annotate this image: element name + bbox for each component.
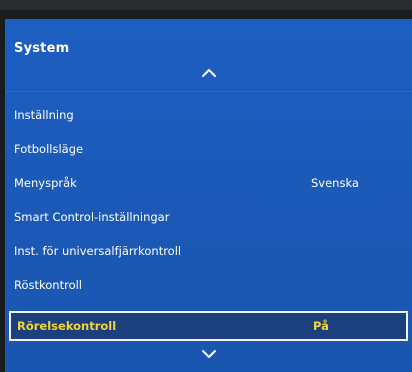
menu-item-label: Röstkontroll — [14, 278, 82, 292]
chevron-up-icon[interactable] — [200, 67, 218, 79]
menu-item-value: Svenska — [311, 176, 359, 190]
panel-title: System — [14, 41, 70, 56]
top-bar — [0, 0, 412, 10]
menu-item-label: Fotbollsläge — [14, 142, 84, 156]
system-menu-panel: System Inställning Fotbollsläge Menysprå… — [5, 19, 412, 372]
menu-item-label: Smart Control-inställningar — [14, 210, 170, 224]
menu-item-universal-remote[interactable]: Inst. för universalfjärrkontroll — [5, 234, 412, 268]
menu-item-rorelsekontroll-selected[interactable]: Rörelsekontroll På — [9, 311, 408, 341]
menu-item-label: Rörelsekontroll — [17, 319, 117, 333]
chevron-down-icon[interactable] — [200, 348, 218, 360]
menu-item-smart-control[interactable]: Smart Control-inställningar — [5, 200, 412, 234]
menu-item-fotbollslage[interactable]: Fotbollsläge — [5, 132, 412, 166]
menu-item-label: Inst. för universalfjärrkontroll — [14, 244, 182, 258]
menu-item-installning[interactable]: Inställning — [5, 98, 412, 132]
menu-item-label: Inställning — [14, 108, 74, 122]
menu-item-value: På — [313, 319, 329, 333]
menu-item-rostkontroll[interactable]: Röstkontroll — [5, 268, 412, 302]
menu-item-label: Menyspråk — [14, 176, 77, 190]
menu-item-menysprak[interactable]: Menyspråk Svenska — [5, 166, 412, 200]
screen: System Inställning Fotbollsläge Menysprå… — [0, 0, 412, 372]
divider — [5, 91, 412, 92]
